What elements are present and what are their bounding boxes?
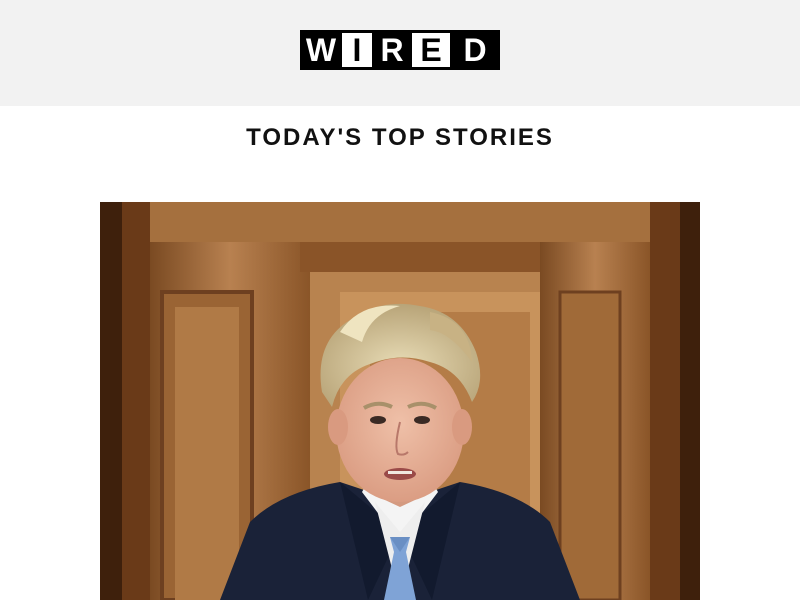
hero-image[interactable]	[100, 202, 700, 600]
header-bar: W I R E D	[0, 0, 800, 106]
logo-letter: W	[300, 30, 342, 70]
section-title: TODAY'S TOP STORIES	[246, 124, 554, 151]
logo-letter: R	[372, 30, 412, 70]
hero-photo-illustration	[100, 202, 700, 600]
logo-letter: E	[412, 30, 450, 70]
logo-letter: I	[342, 30, 372, 70]
logo-letter: D	[450, 30, 500, 70]
wired-logo[interactable]: W I R E D	[300, 30, 500, 70]
email-page: W I R E D TODAY'S TOP STORIES	[0, 0, 800, 600]
